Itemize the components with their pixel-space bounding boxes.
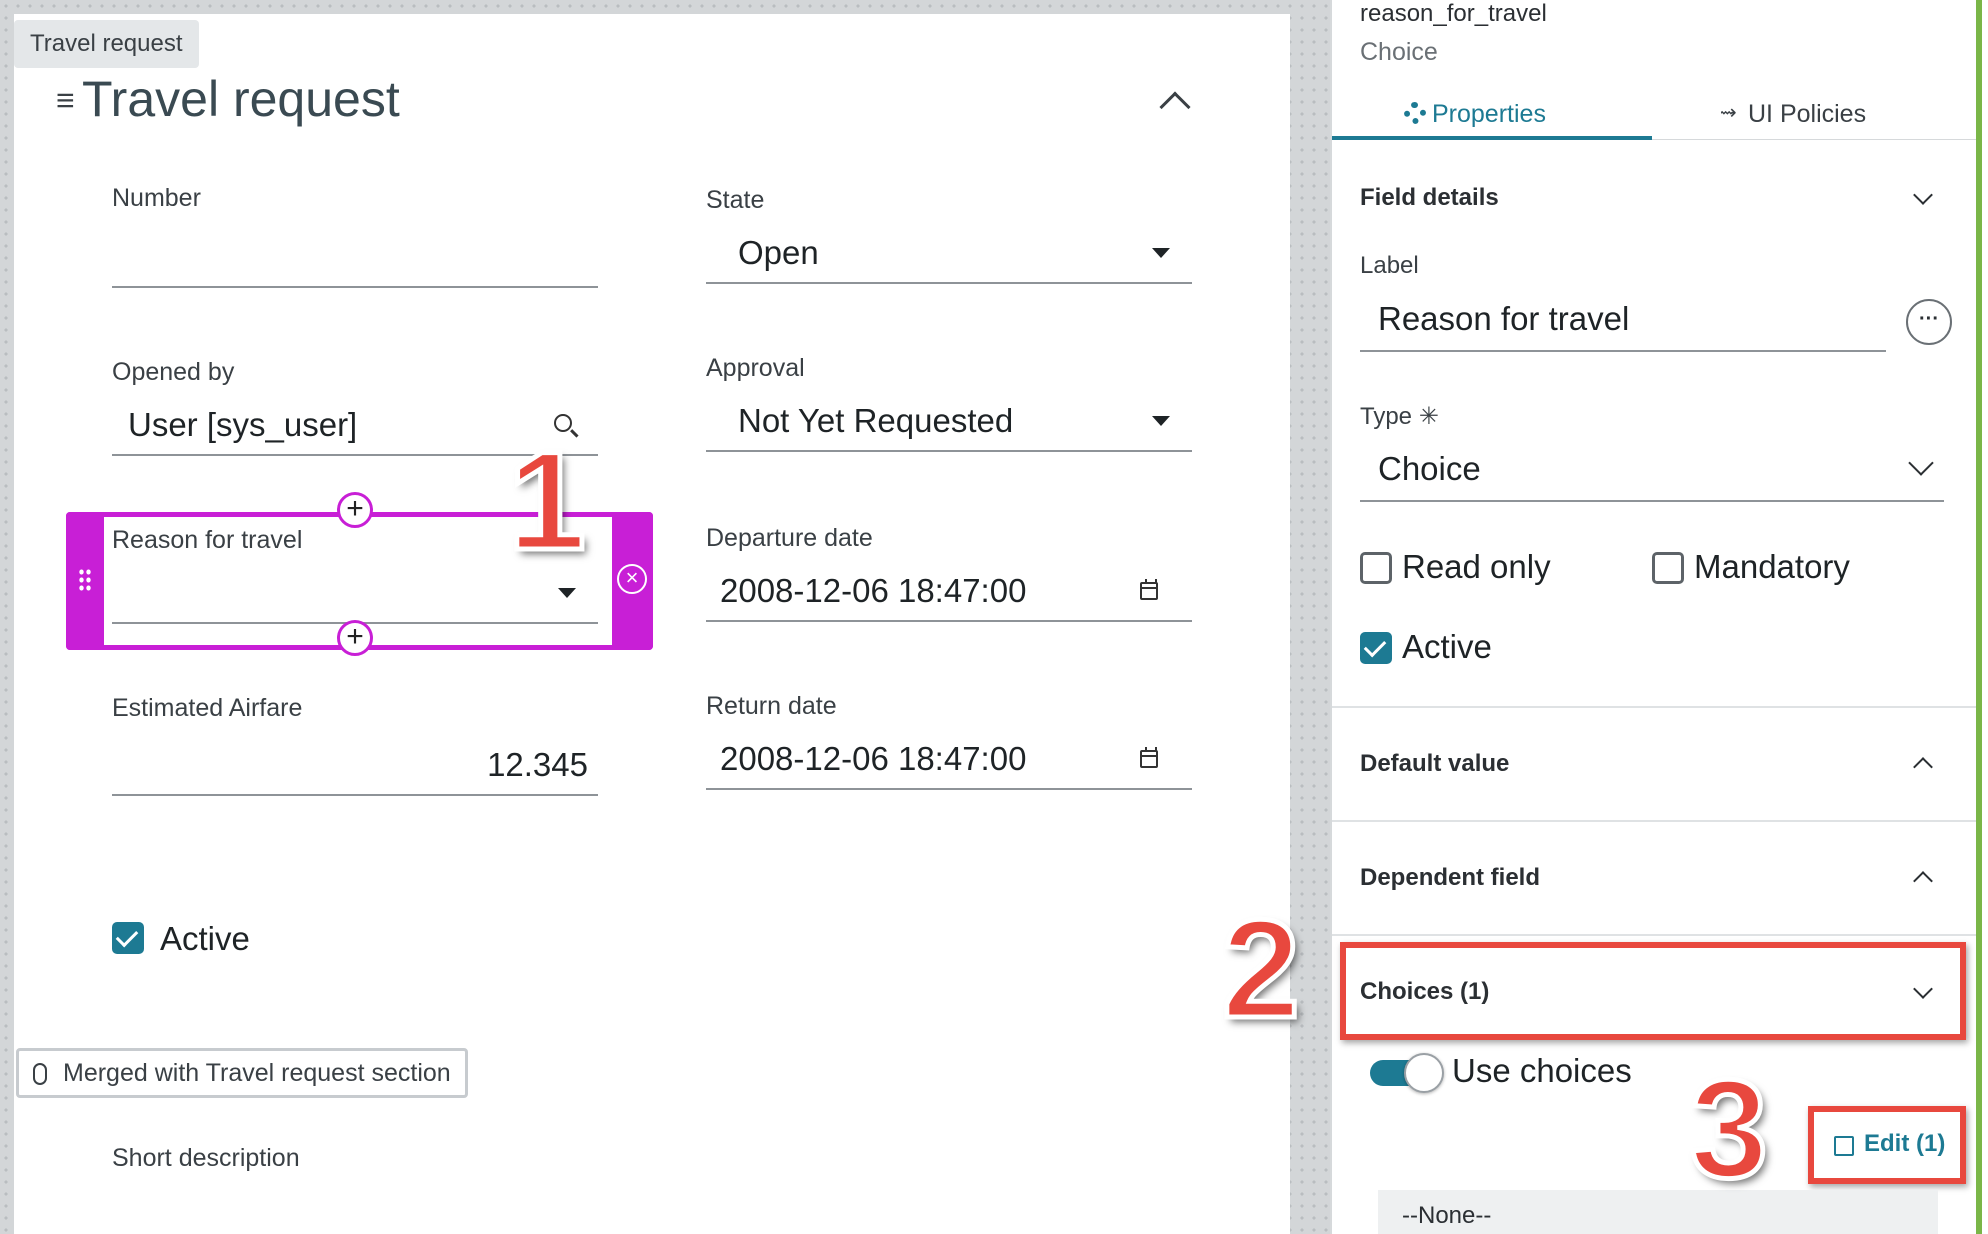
departure-underline bbox=[706, 620, 1192, 622]
active-label: Active bbox=[160, 920, 250, 957]
remove-field-icon[interactable]: × bbox=[617, 564, 647, 594]
field-name: reason_for_travel bbox=[1360, 0, 1547, 27]
choices-title[interactable]: Choices (1) bbox=[1360, 978, 1489, 1006]
opened-by-label: Opened by bbox=[112, 358, 235, 386]
type-caption: Type ✳ bbox=[1360, 402, 1439, 431]
tab-ui-policies[interactable]: UI Policies bbox=[1748, 100, 1866, 129]
approval-select[interactable]: Not Yet Requested bbox=[738, 402, 1013, 440]
field-details-title[interactable]: Field details bbox=[1360, 184, 1499, 212]
policy-icon: ⇝ bbox=[1720, 102, 1737, 124]
panel-divider bbox=[1330, 0, 1332, 1234]
edit-choices-link[interactable]: Edit (1) bbox=[1864, 1130, 1945, 1158]
required-icon: ✳ bbox=[1418, 403, 1439, 430]
annotation-step-3: 3 bbox=[1688, 1048, 1771, 1210]
mandatory-label: Mandatory bbox=[1694, 548, 1850, 585]
calendar-icon[interactable] bbox=[1140, 747, 1158, 768]
state-select[interactable]: Open bbox=[738, 234, 819, 272]
type-caption-text: Type bbox=[1360, 403, 1413, 430]
dependent-field-title[interactable]: Dependent field bbox=[1360, 864, 1540, 892]
add-field-above-icon[interactable]: + bbox=[337, 492, 373, 528]
read-only-checkbox[interactable] bbox=[1360, 552, 1392, 584]
tab-properties[interactable]: Properties bbox=[1432, 100, 1546, 129]
type-underline bbox=[1360, 500, 1944, 502]
label-input[interactable]: Reason for travel bbox=[1378, 300, 1629, 338]
panel-accent-bar bbox=[1976, 0, 1982, 1234]
state-underline bbox=[706, 282, 1192, 284]
calendar-icon[interactable] bbox=[1140, 579, 1158, 600]
merged-section-tag[interactable]: Merged with Travel request section bbox=[16, 1048, 468, 1098]
number-label: Number bbox=[112, 184, 201, 212]
number-underline bbox=[112, 286, 598, 288]
gear-icon bbox=[1404, 102, 1426, 124]
section-divider bbox=[1332, 706, 1976, 708]
choice-item[interactable]: --None-- bbox=[1402, 1202, 1491, 1230]
default-value-title[interactable]: Default value bbox=[1360, 750, 1509, 778]
departure-date-input[interactable]: 2008-12-06 18:47:00 bbox=[720, 572, 1026, 610]
field-type: Choice bbox=[1360, 38, 1438, 66]
short-description-label: Short description bbox=[112, 1144, 300, 1172]
annotation-step-1: 1 bbox=[506, 420, 589, 582]
return-date-input[interactable]: 2008-12-06 18:47:00 bbox=[720, 740, 1026, 778]
approval-dropdown-icon[interactable] bbox=[1152, 416, 1170, 426]
reason-dropdown-icon[interactable] bbox=[558, 588, 576, 598]
merge-icon bbox=[33, 1063, 47, 1085]
edit-icon[interactable] bbox=[1834, 1136, 1854, 1156]
panel-active-checkbox[interactable] bbox=[1360, 632, 1392, 664]
opened-by-input[interactable]: User [sys_user] bbox=[128, 406, 357, 444]
return-date-label: Return date bbox=[706, 692, 837, 720]
annotation-step-2: 2 bbox=[1220, 888, 1303, 1050]
panel-active-label: Active bbox=[1402, 628, 1492, 665]
section-divider bbox=[1332, 934, 1976, 936]
state-dropdown-icon[interactable] bbox=[1152, 248, 1170, 258]
return-underline bbox=[706, 788, 1192, 790]
drag-handle-icon bbox=[78, 568, 92, 592]
section-menu-icon[interactable]: ≡ bbox=[56, 82, 75, 119]
airfare-underline bbox=[112, 794, 598, 796]
section-divider bbox=[1332, 820, 1976, 822]
departure-date-label: Departure date bbox=[706, 524, 873, 552]
form-title: Travel request bbox=[82, 71, 400, 127]
state-label: State bbox=[706, 186, 765, 214]
approval-label: Approval bbox=[706, 354, 805, 382]
merged-section-text: Merged with Travel request section bbox=[63, 1059, 451, 1087]
add-field-below-icon[interactable]: + bbox=[337, 620, 373, 656]
read-only-label: Read only bbox=[1402, 548, 1551, 585]
more-options-icon[interactable]: ··· bbox=[1906, 299, 1952, 345]
use-choices-label: Use choices bbox=[1452, 1052, 1632, 1089]
toggle-knob[interactable] bbox=[1404, 1053, 1444, 1093]
section-tag[interactable]: Travel request bbox=[14, 20, 199, 68]
estimated-airfare-label: Estimated Airfare bbox=[112, 694, 303, 722]
label-underline bbox=[1360, 350, 1886, 352]
reason-for-travel-label: Reason for travel bbox=[112, 526, 303, 554]
estimated-airfare-input[interactable]: 12.345 bbox=[398, 746, 588, 784]
active-checkbox[interactable] bbox=[112, 922, 144, 954]
type-select[interactable]: Choice bbox=[1378, 450, 1481, 488]
approval-underline bbox=[706, 450, 1192, 452]
mandatory-checkbox[interactable] bbox=[1652, 552, 1684, 584]
active-tab-underline bbox=[1332, 136, 1652, 140]
label-caption: Label bbox=[1360, 252, 1419, 279]
